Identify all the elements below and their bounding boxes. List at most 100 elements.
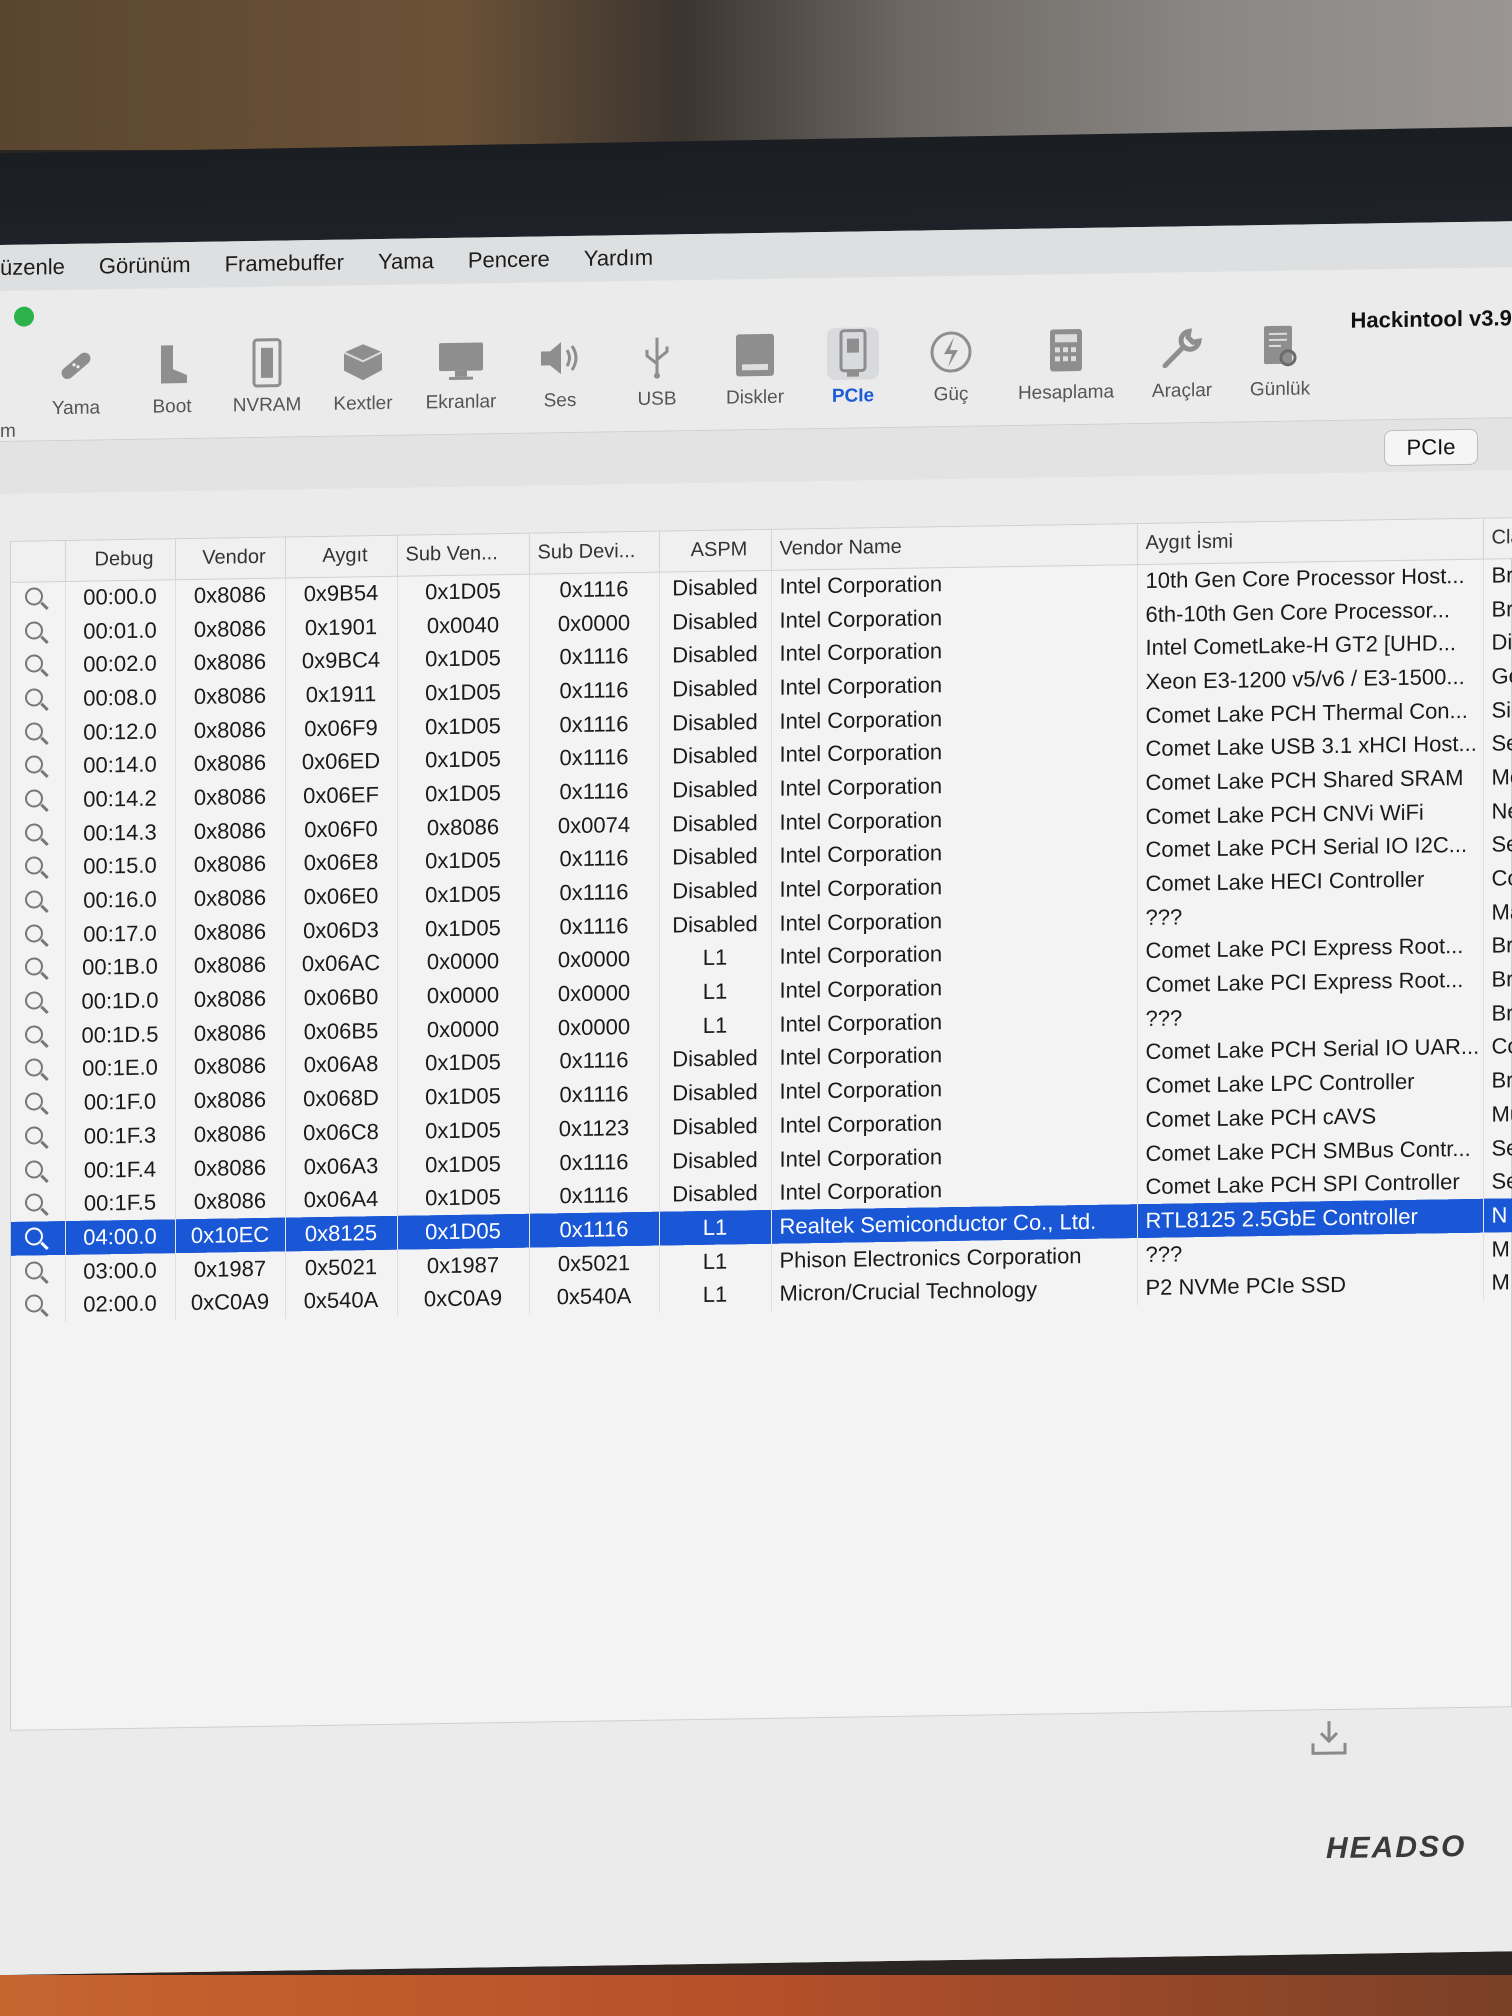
device-cell: 0x06AC: [285, 946, 397, 982]
class-cell: Me: [1483, 759, 1512, 795]
row-inspect-cell[interactable]: [11, 648, 65, 683]
toolbar-item-usb[interactable]: USB: [607, 330, 707, 412]
zoom-window-button[interactable]: [14, 306, 34, 327]
column-header-class[interactable]: Cla: [1483, 517, 1512, 559]
row-inspect-cell[interactable]: [11, 580, 65, 616]
row-inspect-cell[interactable]: [11, 850, 65, 886]
magnifier-icon[interactable]: [25, 924, 43, 943]
toolbar-item-kextler[interactable]: Kextler: [313, 335, 413, 417]
menu-framebuffer[interactable]: Framebuffer: [225, 250, 344, 278]
vendor-cell: 0x8086: [175, 1183, 285, 1220]
toolbar-item-ekranlar[interactable]: Ekranlar: [411, 333, 511, 415]
magnifier-icon[interactable]: [25, 1294, 43, 1313]
magnifier-icon[interactable]: [25, 1260, 43, 1280]
row-inspect-cell[interactable]: [11, 1119, 65, 1155]
wrench-icon: [1156, 322, 1208, 375]
column-header-aspm[interactable]: ASPM: [659, 529, 771, 572]
toolbar-item-partial[interactable]: m: [0, 421, 16, 443]
device-cell: 0x068D: [285, 1081, 397, 1117]
menu-edit[interactable]: üzenle: [0, 254, 65, 281]
column-header-icon[interactable]: [11, 540, 65, 582]
magnifier-icon[interactable]: [25, 991, 43, 1010]
magnifier-icon[interactable]: [25, 721, 43, 741]
toolbar-item-guc[interactable]: Güç: [901, 325, 1001, 407]
row-inspect-cell[interactable]: [11, 917, 65, 953]
magnifier-icon[interactable]: [25, 822, 43, 842]
magnifier-icon[interactable]: [25, 620, 43, 640]
pcie-segment-button[interactable]: PCIe: [1384, 428, 1478, 467]
magnifier-icon[interactable]: [25, 1025, 43, 1044]
aspm-cell: Disabled: [659, 670, 771, 707]
row-inspect-cell[interactable]: [11, 783, 65, 818]
device-cell: 0x06EF: [285, 777, 397, 814]
menu-window[interactable]: Pencere: [468, 246, 550, 273]
column-header-vendor-name[interactable]: Vendor Name: [771, 524, 1137, 570]
magnifier-icon[interactable]: [25, 587, 43, 606]
class-cell: Se: [1483, 1130, 1512, 1166]
magnifier-icon[interactable]: [25, 789, 43, 808]
column-header-device[interactable]: Aygıt: [285, 535, 397, 578]
magnifier-icon[interactable]: [25, 1159, 43, 1179]
row-inspect-cell[interactable]: [11, 1018, 65, 1054]
menu-view[interactable]: Görünüm: [99, 252, 191, 279]
row-inspect-cell[interactable]: [11, 951, 65, 987]
column-header-debug[interactable]: Debug: [65, 539, 175, 581]
row-inspect-cell[interactable]: [11, 1187, 65, 1222]
column-header-sub-vendor[interactable]: Sub Ven...: [397, 533, 529, 576]
toolbar-item-araclar[interactable]: Araçlar: [1132, 322, 1232, 404]
row-inspect-cell[interactable]: [11, 1052, 65, 1088]
magnifier-icon[interactable]: [25, 1092, 43, 1111]
row-inspect-cell[interactable]: [11, 614, 65, 650]
class-cell: Ma: [1483, 894, 1512, 930]
device-cell: 0x1911: [285, 676, 397, 713]
row-inspect-cell[interactable]: [11, 715, 65, 751]
magnifier-icon[interactable]: [25, 1126, 43, 1145]
row-inspect-cell[interactable]: [11, 1086, 65, 1121]
row-inspect-cell[interactable]: [11, 749, 65, 784]
row-inspect-cell[interactable]: [11, 1221, 65, 1256]
magnifier-icon[interactable]: [25, 856, 43, 875]
row-inspect-cell[interactable]: [11, 816, 65, 852]
magnifier-icon[interactable]: [25, 1227, 43, 1246]
export-button[interactable]: [1306, 1716, 1352, 1763]
column-header-sub-device[interactable]: Sub Devi...: [529, 531, 659, 574]
toolbar-item-gunluk[interactable]: Günlük: [1230, 320, 1330, 402]
row-inspect-cell[interactable]: [11, 985, 65, 1020]
row-inspect-cell[interactable]: [11, 682, 65, 717]
device-name-cell: Comet Lake PCH SPI Controller: [1137, 1165, 1483, 1205]
sub-vendor-cell: 0x1D05: [397, 573, 529, 610]
toolbar-item-nvram[interactable]: NVRAM: [217, 336, 317, 418]
row-inspect-cell[interactable]: [11, 884, 65, 919]
vendor-name-cell: Intel Corporation: [771, 1069, 1137, 1109]
row-inspect-cell[interactable]: [11, 1153, 65, 1189]
magnifier-icon[interactable]: [25, 1193, 43, 1212]
magnifier-icon[interactable]: [25, 957, 43, 977]
toolbar-item-pcie[interactable]: PCIe: [803, 327, 903, 409]
aspm-cell: Disabled: [659, 738, 771, 774]
toolbar-label: NVRAM: [232, 394, 302, 417]
screen: üzenle Görünüm Framebuffer Yama Pencere …: [0, 221, 1512, 1976]
magnifier-icon[interactable]: [25, 1058, 43, 1078]
toolbar-item-yama[interactable]: Yama: [26, 339, 126, 421]
toolbar-item-hesaplama[interactable]: Hesaplama: [1016, 323, 1116, 405]
menu-patch[interactable]: Yama: [378, 248, 434, 275]
magnifier-icon[interactable]: [25, 755, 43, 774]
magnifier-icon[interactable]: [25, 654, 43, 673]
row-inspect-cell[interactable]: [11, 1254, 65, 1290]
toolbar-item-diskler[interactable]: Diskler: [705, 328, 805, 410]
row-inspect-cell[interactable]: [11, 1288, 65, 1323]
class-cell: Ne: [1483, 793, 1512, 829]
device-name-cell: Comet Lake PCH Serial IO UAR...: [1137, 1030, 1483, 1070]
magnifier-icon[interactable]: [25, 688, 43, 707]
debug-cell: 00:01.0: [65, 612, 175, 649]
toolbar-item-ses[interactable]: Ses: [510, 331, 610, 413]
magnifier-icon[interactable]: [25, 890, 43, 909]
menu-help[interactable]: Yardım: [584, 245, 653, 272]
column-header-device-name[interactable]: Aygıt İsmi: [1137, 518, 1483, 565]
sub-device-cell: 0x1116: [529, 740, 659, 776]
toolbar-item-boot[interactable]: Boot: [122, 338, 222, 420]
vendor-cell: 0x8086: [175, 948, 285, 984]
column-header-vendor[interactable]: Vendor: [175, 537, 285, 580]
sub-vendor-cell: 0x1987: [397, 1247, 529, 1284]
toolbar-label: Günlük: [1249, 378, 1311, 401]
